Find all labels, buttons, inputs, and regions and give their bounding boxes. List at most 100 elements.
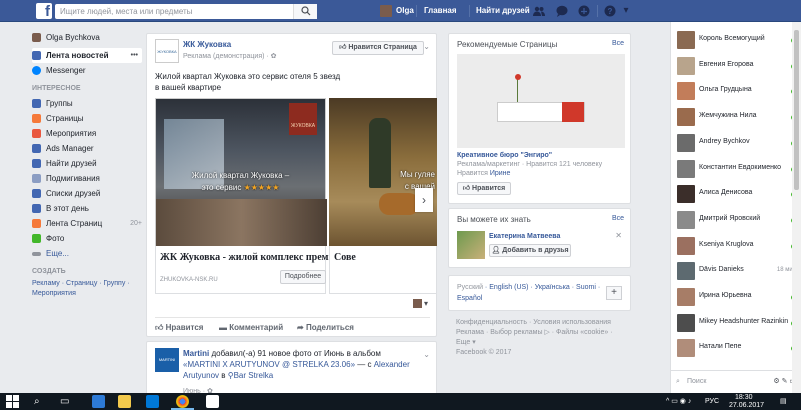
chat-contact[interactable]: Ольга Грудцына xyxy=(671,79,801,103)
app-icon[interactable] xyxy=(206,395,219,408)
chat-contact[interactable]: Король Всемогущий xyxy=(671,28,801,52)
page-name-link[interactable]: Креативное бюро "Энгиро" xyxy=(457,152,552,159)
more-options-icon[interactable]: ••• xyxy=(131,48,142,63)
footer-links[interactable]: Конфиденциальность · Условия использован… xyxy=(456,318,636,328)
place-link[interactable]: Bar Strelka xyxy=(234,371,274,380)
share-button[interactable]: ➦ Поделиться xyxy=(297,323,354,332)
like-button[interactable]: 👍︎ Нравится xyxy=(155,323,203,333)
chat-contact[interactable]: Andrey Bychkov xyxy=(671,131,801,155)
link-preview[interactable]: ЖК Жуковка - жилой комплекс премиум клас… xyxy=(155,246,381,294)
avatar xyxy=(380,5,392,17)
language-link[interactable]: Suomi xyxy=(576,284,596,291)
sidebar-item-ads-manager[interactable]: Ads Manager xyxy=(32,141,142,156)
person-name-link[interactable]: Екатерина Матвеева xyxy=(489,233,560,240)
sidebar-item-profile[interactable]: Olga Bychkova xyxy=(32,30,142,45)
scrollbar-thumb[interactable] xyxy=(794,30,799,190)
like-page-button[interactable]: 👍︎ Нравится Страница xyxy=(332,41,424,55)
chat-contact[interactable]: Алиса Денисова xyxy=(671,182,801,206)
sidebar-item-pokes[interactable]: Подмигивания xyxy=(32,171,142,186)
sidebar-item-on-this-day[interactable]: В этот день xyxy=(32,201,142,216)
share-label: Поделиться xyxy=(305,323,354,332)
outlook-icon[interactable] xyxy=(146,395,159,408)
chat-contact[interactable]: Dāvis Danieks 18 мин xyxy=(671,259,801,283)
page-logo[interactable]: ЖУКОВКА xyxy=(155,39,179,63)
chat-contact[interactable]: Ирина Юрьевна xyxy=(671,285,801,309)
chat-contact[interactable]: Евгения Егорова xyxy=(671,54,801,78)
task-view-icon[interactable]: ▭ xyxy=(60,396,69,407)
edge-browser-icon[interactable] xyxy=(92,395,105,408)
audience-selector[interactable]: ▾ xyxy=(412,299,428,309)
avatar[interactable] xyxy=(457,231,485,259)
find-friends-link[interactable]: Найти друзей xyxy=(476,5,530,17)
sidebar-item-friend-lists[interactable]: Списки друзей xyxy=(32,186,142,201)
comment-button[interactable]: ▬ Комментарий xyxy=(219,323,283,332)
chat-contact[interactable]: Константин Евдокименко xyxy=(671,157,801,181)
chat-search-input[interactable]: ⌕ Поиск ⚙ ✎ ▭ xyxy=(671,370,801,392)
notifications-icon[interactable] xyxy=(578,5,590,17)
friend-link[interactable]: Ирине xyxy=(490,170,511,177)
events-icon xyxy=(32,129,41,138)
search-icon[interactable]: ⌕ xyxy=(34,396,40,407)
carousel-slide-image[interactable]: ЖУКОВКА Жилой квартал Жуковка – это серв… xyxy=(155,98,327,246)
help-icon[interactable]: ? xyxy=(604,5,616,17)
add-friend-button[interactable]: 👤︎ Добавить в друзья xyxy=(489,244,571,257)
sidebar-item-messenger[interactable]: Messenger xyxy=(32,63,142,78)
chevron-down-icon[interactable]: ⌄ xyxy=(423,42,430,51)
sidebar-item-more[interactable]: Еще... xyxy=(32,246,142,261)
learn-more-button[interactable]: Подробнее xyxy=(280,270,326,284)
flower-graphic xyxy=(515,74,521,80)
page-cover-image[interactable] xyxy=(457,54,625,148)
language-link[interactable]: Español xyxy=(457,295,482,302)
carousel-slide-image-2[interactable]: Мы гуляе с вашей xyxy=(329,98,437,246)
sidebar-item-pages-feed[interactable]: Лента Страниц 20+ xyxy=(32,216,142,231)
link-preview-2[interactable]: Сове xyxy=(329,246,437,294)
album-link[interactable]: «MARTINI X ARUTYUNOV @ STRELKA 23.06» xyxy=(183,360,355,369)
sidebar-item-photos[interactable]: Фото xyxy=(32,231,142,246)
footer-more-link[interactable]: Еще ▾ xyxy=(456,338,636,348)
home-link[interactable]: Главная xyxy=(424,5,457,17)
ad-carousel[interactable]: ЖУКОВКА Жилой квартал Жуковка – это серв… xyxy=(155,98,437,246)
see-all-link[interactable]: Все xyxy=(612,40,624,47)
system-tray-icons[interactable]: ^ ▭ ◉ ♪ xyxy=(666,397,691,406)
create-links[interactable]: Рекламу · Страницу · Группу · Мероприяти… xyxy=(32,279,142,299)
page-logo[interactable]: MARTINI xyxy=(155,348,179,372)
footer-links[interactable]: Реклама · Выбор рекламы ▷ · Файлы «cooki… xyxy=(456,328,636,338)
like-page-button[interactable]: 👍︎ Нравится xyxy=(457,182,511,195)
chat-contact[interactable]: Натали Пепе xyxy=(671,336,801,360)
chat-contact[interactable]: Дмитрий Яровский xyxy=(671,208,801,232)
chat-contact[interactable]: Mikey Headshunter Razinkin xyxy=(671,311,801,335)
chrome-icon[interactable] xyxy=(176,395,189,408)
language-link[interactable]: Українська xyxy=(535,284,570,291)
chat-contact[interactable]: Kseniya Kruglova xyxy=(671,234,801,258)
sidebar-item-events[interactable]: Мероприятия xyxy=(32,126,142,141)
language-indicator[interactable]: РУС xyxy=(705,397,719,406)
profile-link[interactable]: Olga xyxy=(380,5,414,17)
windows-start-icon[interactable] xyxy=(6,395,19,408)
add-language-button[interactable]: + xyxy=(606,286,622,300)
language-link[interactable]: English (US) xyxy=(489,284,528,291)
close-icon[interactable]: ✕ xyxy=(615,231,622,240)
sidebar-item-groups[interactable]: Группы xyxy=(32,96,142,111)
clock-date[interactable]: 27.06.2017 xyxy=(729,401,764,410)
sidebar-item-label: Messenger xyxy=(46,66,86,75)
chevron-right-icon[interactable]: › xyxy=(415,188,433,212)
facebook-logo[interactable]: f xyxy=(36,3,52,19)
chevron-down-icon[interactable]: ⌄ xyxy=(423,350,430,359)
notifications-icon[interactable]: ▤ xyxy=(780,397,787,406)
friend-requests-icon[interactable] xyxy=(533,5,545,17)
dog-graphic xyxy=(379,193,419,215)
search-icon[interactable] xyxy=(293,4,317,19)
chat-contact[interactable]: Жемчужина Нила xyxy=(671,105,801,129)
caret-down-icon[interactable]: ▾ xyxy=(620,5,632,17)
sidebar-item-news-feed[interactable]: Лента новостей ••• xyxy=(32,48,142,63)
page-name-link[interactable]: ЖК Жуковка xyxy=(183,40,231,49)
sidebar-item-find-friends[interactable]: Найти друзей xyxy=(32,156,142,171)
search-input[interactable]: Ищите людей, места или предметы xyxy=(55,4,317,19)
sidebar-item-pages[interactable]: Страницы xyxy=(32,111,142,126)
file-explorer-icon[interactable] xyxy=(118,395,131,408)
sidebar-item-label: Мероприятия xyxy=(46,129,97,138)
see-all-link[interactable]: Все xyxy=(612,215,624,222)
messages-icon[interactable] xyxy=(556,5,568,17)
page-name-link[interactable]: Martini xyxy=(183,349,209,358)
post-text-line: в вашей квартире xyxy=(155,83,222,92)
